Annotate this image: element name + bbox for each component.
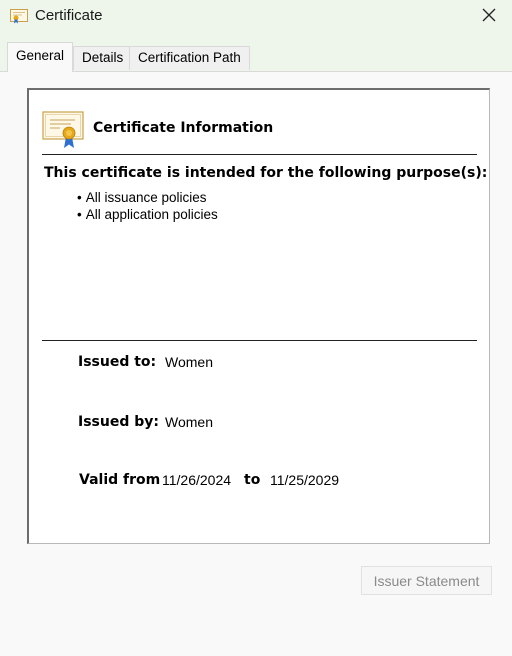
issued-by-label: Issued by: [78, 414, 159, 430]
valid-from-value: 11/26/2024 [162, 472, 232, 488]
title-bar: Certificate [0, 0, 512, 36]
valid-to-value: 11/25/2029 [270, 472, 340, 488]
valid-to-label: to [244, 472, 261, 488]
issued-to-label: Issued to: [78, 354, 157, 370]
certificate-info-panel: Certificate Information This certificate… [27, 88, 490, 544]
tab-certification-path[interactable]: Certification Path [129, 46, 250, 70]
certificate-information-title: Certificate Information [93, 120, 274, 136]
issuer-statement-button[interactable]: Issuer Statement [361, 566, 492, 595]
purpose-heading: This certificate is intended for the fol… [44, 165, 488, 181]
certificate-icon [42, 109, 86, 149]
window-title: Certificate [35, 7, 103, 24]
tab-general[interactable]: General [7, 42, 74, 72]
tab-strip: General Details Certification Path [0, 36, 512, 72]
issued-to-value: Women [165, 354, 213, 370]
list-item: All issuance policies [77, 189, 218, 206]
close-button[interactable] [466, 0, 512, 32]
close-icon [482, 8, 496, 25]
tab-details[interactable]: Details [73, 46, 133, 70]
valid-from-label: Valid from [79, 472, 161, 488]
certificate-icon [10, 8, 28, 24]
divider [42, 340, 477, 341]
divider [42, 154, 477, 155]
list-item: All application policies [77, 206, 218, 223]
issued-by-value: Women [165, 414, 213, 430]
policy-list: All issuance policies All application po… [77, 189, 218, 223]
